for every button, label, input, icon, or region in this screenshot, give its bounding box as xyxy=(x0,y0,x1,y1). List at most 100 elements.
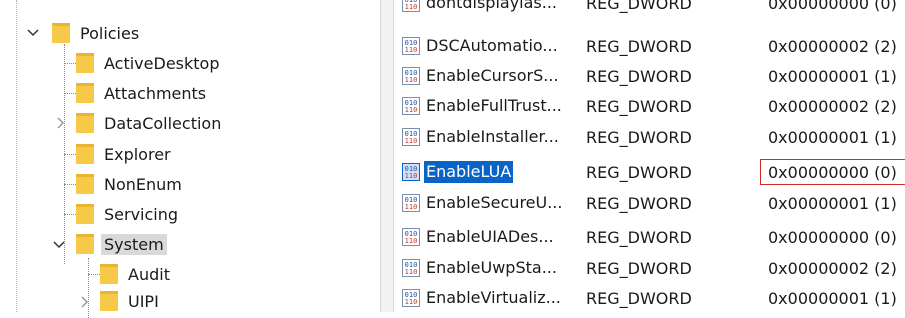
folder-icon xyxy=(76,203,94,225)
svg-text:110: 110 xyxy=(405,46,418,54)
tree-item-label: Policies xyxy=(80,23,140,43)
folder-icon xyxy=(76,173,94,195)
folder-icon xyxy=(100,290,118,312)
value-data: 0x00000000 (0) xyxy=(768,0,897,13)
value-row[interactable]: 010 110 EnableVirtualiz... REG_DWORD 0x00… xyxy=(394,283,905,312)
value-type: REG_DWORD xyxy=(586,0,692,13)
registry-binary-value-icon: 010 110 xyxy=(402,163,420,181)
tree-connector-line xyxy=(64,154,76,155)
value-name: dontdisplaylas... xyxy=(426,0,558,12)
tree-item-label: Explorer xyxy=(104,144,171,164)
tree-item-audit[interactable]: Audit xyxy=(100,259,173,289)
svg-text:110: 110 xyxy=(405,298,418,306)
tree-connector-line xyxy=(64,93,76,94)
registry-binary-value-icon: 010 110 xyxy=(402,37,420,55)
tree-item-servicing[interactable]: Servicing xyxy=(76,199,181,229)
chevron-down-icon[interactable] xyxy=(26,26,40,40)
value-data: 0x00000002 (2) xyxy=(768,36,897,56)
registry-binary-value-icon: 010 110 xyxy=(402,228,420,246)
tree-connector-line xyxy=(88,258,89,318)
folder-icon xyxy=(76,52,94,74)
svg-text:110: 110 xyxy=(405,237,418,245)
value-type: REG_DWORD xyxy=(586,288,692,308)
value-data: 0x00000002 (2) xyxy=(768,96,897,116)
tree-item-label: ActiveDesktop xyxy=(104,53,220,73)
value-data: 0x00000001 (1) xyxy=(768,127,897,147)
value-row[interactable]: 010 110 EnableSecureU... REG_DWORD 0x0000… xyxy=(394,188,905,218)
tree-item-activedesktop[interactable]: ActiveDesktop xyxy=(76,48,222,78)
value-name: EnableSecureU... xyxy=(426,193,563,212)
value-row-selected[interactable]: 010 110 EnableLUA REG_DWORD 0x00000000 (0… xyxy=(394,157,905,187)
tree-item-nonenum[interactable]: NonEnum xyxy=(76,169,185,199)
value-name: DSCAutomatio... xyxy=(426,36,558,55)
registry-binary-value-icon: 010 110 xyxy=(402,67,420,85)
value-name: EnableFullTrust... xyxy=(426,96,562,115)
chevron-down-icon[interactable] xyxy=(52,238,66,252)
tree-connector-line xyxy=(16,0,17,312)
tree-connector-line xyxy=(88,274,100,275)
chevron-right-icon[interactable] xyxy=(78,295,92,309)
svg-text:110: 110 xyxy=(405,268,418,276)
value-row[interactable]: 010 110 EnableFullTrust... REG_DWORD 0x00… xyxy=(394,91,905,121)
tree-item-label: NonEnum xyxy=(104,174,182,194)
value-row[interactable]: 010 110 EnableUIADes... REG_DWORD 0x00000… xyxy=(394,222,905,252)
value-name: EnableUwpSta... xyxy=(426,258,557,277)
tree-connector-line xyxy=(64,184,76,185)
svg-text:110: 110 xyxy=(405,203,418,211)
value-type: REG_DWORD xyxy=(586,127,692,147)
tree-item-label: Audit xyxy=(128,264,170,284)
value-name: EnableInstaller... xyxy=(426,127,559,146)
value-type: REG_DWORD xyxy=(586,162,692,182)
value-name: EnableVirtualiz... xyxy=(426,288,561,307)
folder-icon xyxy=(76,233,94,255)
registry-binary-value-icon: 010 110 xyxy=(402,194,420,212)
value-type: REG_DWORD xyxy=(586,193,692,213)
registry-binary-value-icon: 010 110 xyxy=(402,128,420,146)
value-name: EnableCursorS... xyxy=(426,66,559,85)
value-data: 0x00000000 (0) xyxy=(768,227,897,247)
value-data: 0x00000001 (1) xyxy=(768,193,897,213)
value-data: 0x00000002 (2) xyxy=(768,258,897,278)
tree-connector-line xyxy=(64,63,76,64)
value-row[interactable]: 010 110 EnableInstaller... REG_DWORD 0x00… xyxy=(394,122,905,152)
svg-text:110: 110 xyxy=(405,76,418,84)
value-row[interactable]: 010 110 EnableCursorS... REG_DWORD 0x0000… xyxy=(394,61,905,91)
tree-item-label: DataCollection xyxy=(104,113,222,133)
svg-text:110: 110 xyxy=(405,106,418,114)
registry-key-tree[interactable]: Policies ActiveDesktop Attachments DataC… xyxy=(0,0,380,318)
folder-icon xyxy=(76,82,94,104)
registry-binary-value-icon: 010 110 xyxy=(402,0,420,12)
tree-item-label: Attachments xyxy=(104,83,207,103)
registry-value-list[interactable]: 010 110 dontdisplaylas... REG_DWORD 0x000… xyxy=(394,0,905,312)
tree-item-datacollection[interactable]: DataCollection xyxy=(57,108,224,138)
folder-icon xyxy=(76,143,94,165)
value-row[interactable]: 010 110 DSCAutomatio... REG_DWORD 0x00000… xyxy=(394,31,905,61)
value-data: 0x00000000 (0) xyxy=(768,162,897,182)
chevron-right-icon[interactable] xyxy=(54,116,68,130)
tree-connector-line xyxy=(64,214,76,215)
tree-item-attachments[interactable]: Attachments xyxy=(76,78,209,108)
value-data: 0x00000001 (1) xyxy=(768,66,897,86)
folder-icon xyxy=(76,112,94,134)
value-data: 0x00000001 (1) xyxy=(768,288,897,308)
value-type: REG_DWORD xyxy=(586,258,692,278)
tree-item-explorer[interactable]: Explorer xyxy=(76,139,174,169)
pane-splitter[interactable] xyxy=(380,0,394,312)
value-type: REG_DWORD xyxy=(586,96,692,116)
svg-text:110: 110 xyxy=(405,137,418,145)
svg-text:110: 110 xyxy=(405,172,418,180)
value-row[interactable]: 010 110 EnableUwpSta... REG_DWORD 0x00000… xyxy=(394,253,905,283)
registry-binary-value-icon: 010 110 xyxy=(402,259,420,277)
value-type: REG_DWORD xyxy=(586,227,692,247)
tree-item-system[interactable]: System xyxy=(53,229,167,259)
value-row[interactable]: 010 110 dontdisplaylas... REG_DWORD 0x000… xyxy=(394,0,905,18)
value-type: REG_DWORD xyxy=(586,66,692,86)
value-name: EnableUIADes... xyxy=(426,227,554,246)
registry-binary-value-icon: 010 110 xyxy=(402,289,420,307)
tree-item-label: Servicing xyxy=(104,204,179,224)
value-type: REG_DWORD xyxy=(586,36,692,56)
registry-binary-value-icon: 010 110 xyxy=(402,97,420,115)
folder-icon xyxy=(52,22,70,44)
folder-icon xyxy=(100,263,118,285)
tree-item-policies[interactable]: Policies xyxy=(27,18,142,48)
